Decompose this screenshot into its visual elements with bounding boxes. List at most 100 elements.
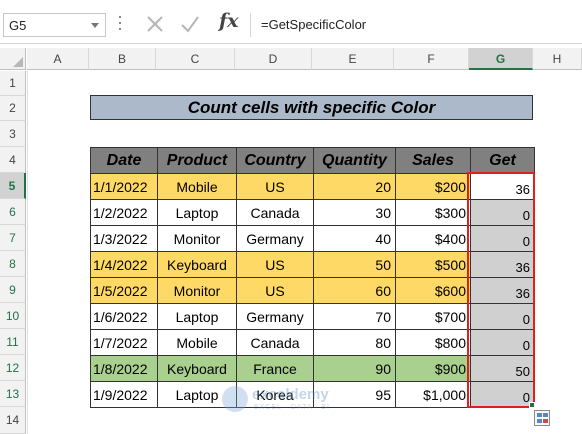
cell-sales[interactable]: $200 <box>395 173 471 200</box>
chevron-down-icon[interactable] <box>91 23 99 28</box>
table-row: 1/2/2022 Laptop Canada 30 $300 0 <box>90 199 535 226</box>
header-quantity[interactable]: Quantity <box>313 147 396 174</box>
cell-quantity[interactable]: 80 <box>313 329 396 356</box>
cell-quantity[interactable]: 90 <box>313 355 396 382</box>
cell-product[interactable]: Mobile <box>157 173 237 200</box>
cell-quantity[interactable]: 40 <box>313 225 396 252</box>
column-header-a[interactable]: A <box>27 48 89 70</box>
cell-get[interactable]: 36 <box>470 173 535 200</box>
cell-country[interactable]: Canada <box>236 199 314 226</box>
cell-product[interactable]: Laptop <box>157 303 237 330</box>
cell-quantity[interactable]: 20 <box>313 173 396 200</box>
cell-product[interactable]: Monitor <box>157 225 237 252</box>
cell-get[interactable]: 0 <box>470 329 535 356</box>
cell-get[interactable]: 0 <box>470 303 535 330</box>
cell-product[interactable]: Keyboard <box>157 355 237 382</box>
cell-get[interactable]: 36 <box>470 277 535 304</box>
cell-product[interactable]: Laptop <box>157 199 237 226</box>
select-all-corner[interactable] <box>0 48 26 70</box>
cell-date[interactable]: 1/6/2022 <box>90 303 158 330</box>
watermark-name: exceldemy <box>252 386 329 403</box>
enter-check-icon[interactable] <box>178 12 202 36</box>
more-options-icon[interactable] <box>118 16 122 34</box>
row-header-4[interactable]: 4 <box>0 147 26 173</box>
data-table: Date Product Country Quantity Sales Get … <box>90 147 535 408</box>
insert-function-icon[interactable]: fx <box>219 10 239 32</box>
cell-sales[interactable]: $400 <box>395 225 471 252</box>
cancel-icon[interactable] <box>143 12 167 36</box>
table-row: 1/1/2022 Mobile US 20 $200 36 <box>90 173 535 200</box>
cell-date[interactable]: 1/2/2022 <box>90 199 158 226</box>
cell-date[interactable]: 1/3/2022 <box>90 225 158 252</box>
row-header-3[interactable]: 3 <box>0 121 26 147</box>
cell-get[interactable]: 0 <box>470 381 535 408</box>
cell-sales[interactable]: $300 <box>395 199 471 226</box>
header-product[interactable]: Product <box>157 147 237 174</box>
row-header-9[interactable]: 9 <box>0 277 26 303</box>
name-box-value: G5 <box>9 18 27 33</box>
cell-date[interactable]: 1/4/2022 <box>90 251 158 278</box>
name-box[interactable]: G5 <box>3 13 106 37</box>
row-header-12[interactable]: 12 <box>0 355 26 381</box>
row-header-6[interactable]: 6 <box>0 199 26 225</box>
row-header-11[interactable]: 11 <box>0 329 26 355</box>
table-row: 1/6/2022 Laptop Germany 70 $700 0 <box>90 303 535 330</box>
quick-analysis-icon[interactable] <box>534 410 550 426</box>
cell-product[interactable]: Mobile <box>157 329 237 356</box>
cell-country[interactable]: France <box>236 355 314 382</box>
formula-text: =GetSpecificColor <box>261 17 367 32</box>
cell-date[interactable]: 1/9/2022 <box>90 381 158 408</box>
column-header-f[interactable]: F <box>394 48 469 70</box>
cell-quantity[interactable]: 30 <box>313 199 396 226</box>
cell-sales[interactable]: $800 <box>395 329 471 356</box>
cell-get[interactable]: 50 <box>470 355 535 382</box>
column-header-e[interactable]: E <box>312 48 394 70</box>
cell-country[interactable]: US <box>236 277 314 304</box>
row-header-2[interactable]: 2 <box>0 96 26 121</box>
cell-quantity[interactable]: 50 <box>313 251 396 278</box>
cell-sales[interactable]: $1,000 <box>395 381 471 408</box>
row-header-5[interactable]: 5 <box>0 173 26 199</box>
column-header-c[interactable]: C <box>156 48 235 70</box>
cell-date[interactable]: 1/7/2022 <box>90 329 158 356</box>
header-date[interactable]: Date <box>90 147 158 174</box>
fill-handle[interactable] <box>529 402 535 408</box>
column-header-b[interactable]: B <box>89 48 156 70</box>
cell-get[interactable]: 36 <box>470 251 535 278</box>
formula-input[interactable]: =GetSpecificColor <box>250 13 582 37</box>
cell-product[interactable]: Monitor <box>157 277 237 304</box>
cell-get[interactable]: 0 <box>470 225 535 252</box>
row-header-8[interactable]: 8 <box>0 251 26 277</box>
row-header-13[interactable]: 13 <box>0 381 26 407</box>
row-header-7[interactable]: 7 <box>0 225 26 251</box>
column-header-d[interactable]: D <box>235 48 312 70</box>
sheet-title[interactable]: Count cells with specific Color <box>90 95 533 120</box>
cell-sales[interactable]: $600 <box>395 277 471 304</box>
cell-date[interactable]: 1/8/2022 <box>90 355 158 382</box>
cell-quantity[interactable]: 70 <box>313 303 396 330</box>
cell-country[interactable]: Germany <box>236 225 314 252</box>
cell-sales[interactable]: $700 <box>395 303 471 330</box>
cell-country[interactable]: US <box>236 173 314 200</box>
watermark-logo-icon <box>222 386 248 412</box>
column-header-g[interactable]: G <box>469 48 533 70</box>
row-header-10[interactable]: 10 <box>0 303 26 329</box>
header-country[interactable]: Country <box>236 147 314 174</box>
cell-date[interactable]: 1/5/2022 <box>90 277 158 304</box>
cell-sales[interactable]: $500 <box>395 251 471 278</box>
cell-get[interactable]: 0 <box>470 199 535 226</box>
cell-date[interactable]: 1/1/2022 <box>90 173 158 200</box>
header-get[interactable]: Get <box>470 147 535 174</box>
cell-country[interactable]: Germany <box>236 303 314 330</box>
cell-quantity[interactable]: 60 <box>313 277 396 304</box>
header-sales[interactable]: Sales <box>395 147 471 174</box>
table-header-row: Date Product Country Quantity Sales Get <box>90 147 535 174</box>
row-header-14[interactable]: 14 <box>0 407 26 434</box>
cell-product[interactable]: Keyboard <box>157 251 237 278</box>
cell-country[interactable]: US <box>236 251 314 278</box>
cell-sales[interactable]: $900 <box>395 355 471 382</box>
table-row: 1/7/2022 Mobile Canada 80 $800 0 <box>90 329 535 356</box>
row-header-1[interactable]: 1 <box>0 71 26 96</box>
cell-country[interactable]: Canada <box>236 329 314 356</box>
column-header-h[interactable]: H <box>533 48 582 70</box>
